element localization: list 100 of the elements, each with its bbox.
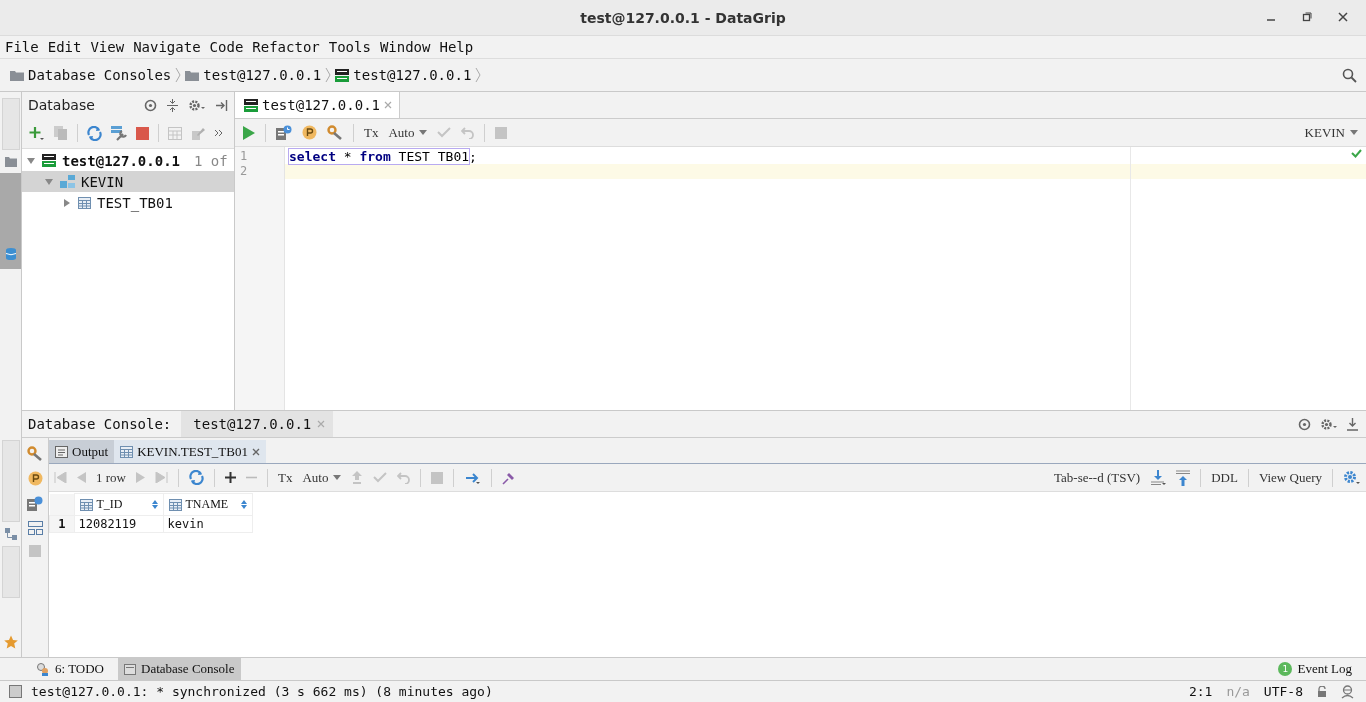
sort-icon[interactable] — [240, 500, 247, 509]
upload-icon[interactable] — [1176, 469, 1191, 486]
settings-icon[interactable] — [188, 98, 206, 112]
column-name: TNAME — [185, 497, 229, 512]
console-tab[interactable]: test@127.0.0.1 — [181, 411, 334, 437]
database-icon — [4, 247, 17, 261]
panel-toggle-icon[interactable] — [9, 685, 22, 698]
table-cell[interactable]: kevin — [163, 515, 252, 533]
target-icon[interactable] — [1298, 417, 1311, 431]
close-icon[interactable] — [1338, 12, 1348, 22]
parameters-icon[interactable] — [27, 471, 43, 486]
export-format-dropdown[interactable]: Tab-se--d (TSV) — [1054, 469, 1141, 486]
tree-item[interactable]: test@127.0.0.1 1 of — [22, 150, 234, 171]
transaction-label: Tx — [277, 469, 293, 486]
toolbar-button[interactable]: DDL — [1211, 469, 1238, 486]
schema-icon — [60, 175, 75, 188]
star-icon[interactable] — [3, 635, 18, 649]
tree-arrow-icon[interactable] — [26, 155, 36, 166]
event-log-button[interactable]: 1 Event Log — [1272, 658, 1358, 680]
result-tab[interactable]: Output — [49, 440, 115, 463]
tree-label: KEVIN — [81, 173, 124, 190]
caret-icon — [333, 475, 342, 480]
menu-item[interactable]: Code — [209, 39, 244, 55]
lock-icon[interactable] — [1317, 686, 1327, 697]
schema-dropdown[interactable]: KEVIN — [1304, 124, 1358, 141]
column-header[interactable]: TNAME — [163, 493, 252, 516]
close-icon[interactable] — [252, 447, 260, 456]
menu-item[interactable]: File — [5, 39, 39, 55]
parameters-icon[interactable] — [302, 125, 317, 140]
column-header[interactable]: T_ID — [74, 493, 163, 516]
row-count[interactable]: 1 row — [96, 469, 126, 486]
menu-item[interactable]: Help — [439, 39, 474, 55]
transaction-label: Tx — [364, 124, 379, 141]
table-icon — [78, 196, 91, 209]
edit-icon[interactable] — [191, 126, 205, 140]
table-icon — [120, 445, 134, 458]
sort-icon[interactable] — [151, 500, 158, 509]
chevron-icon — [475, 67, 482, 83]
folder-icon[interactable] — [4, 156, 17, 167]
encoding[interactable]: UTF-8 — [1263, 684, 1303, 699]
result-tab[interactable]: KEVIN.TEST_TB01 — [114, 440, 266, 463]
menu-item[interactable]: Refactor — [252, 39, 320, 55]
table-cell[interactable]: 12082119 — [74, 515, 163, 533]
window-title: test@127.0.0.1 - DataGrip — [580, 9, 786, 26]
tree-arrow-icon[interactable] — [44, 176, 54, 187]
tool-window-label: 6: TODO — [55, 661, 104, 677]
check-icon — [1351, 149, 1362, 158]
tree-note: 1 of — [194, 152, 228, 169]
cursor-position[interactable]: 2:1 — [1188, 684, 1213, 699]
more-icon[interactable] — [214, 128, 224, 138]
editor-tab[interactable]: test@127.0.0.1 — [235, 92, 400, 118]
search-icon[interactable] — [1342, 67, 1357, 83]
refresh-icon[interactable] — [87, 125, 102, 141]
code-editor[interactable]: 1 2 select * from TEST TB01; — [235, 147, 1366, 410]
collapse-icon[interactable] — [166, 98, 179, 112]
settings-icon[interactable] — [1320, 417, 1338, 431]
caret-icon — [1350, 130, 1358, 135]
tree-item[interactable]: TEST_TB01 — [22, 192, 234, 213]
menu-item[interactable]: Window — [379, 39, 431, 55]
menu-item[interactable]: Tools — [328, 39, 371, 55]
compare-icon[interactable] — [464, 470, 482, 485]
database-icon — [42, 154, 56, 167]
tree-label: TEST_TB01 — [97, 194, 173, 211]
table-icon — [168, 498, 182, 511]
history-icon[interactable] — [27, 496, 43, 511]
tree-label: test@127.0.0.1 — [62, 152, 180, 169]
tool-window-label: Database Console — [141, 661, 235, 677]
folder-icon — [10, 69, 24, 81]
tree-item[interactable]: KEVIN — [22, 171, 234, 192]
menu-item[interactable]: Navigate — [133, 39, 201, 55]
code-punctuation: ; — [469, 149, 477, 164]
settings-icon[interactable] — [1343, 469, 1361, 486]
menu-item[interactable]: View — [90, 39, 125, 55]
layout-icon[interactable] — [27, 521, 43, 535]
inspector-icon[interactable] — [1341, 684, 1354, 699]
notification-badge: 1 — [1278, 662, 1293, 676]
hide-panel-icon[interactable] — [215, 98, 228, 112]
download-icon[interactable] — [1150, 469, 1167, 486]
table-icon — [79, 498, 93, 511]
transaction-mode-dropdown[interactable]: Auto — [302, 469, 342, 486]
menu-item[interactable]: Edit — [47, 39, 82, 55]
tab-label: Output — [72, 443, 109, 460]
tool-window-button[interactable]: Database Console — [118, 658, 241, 680]
add-icon[interactable] — [224, 472, 236, 483]
structure-icon[interactable] — [4, 528, 17, 540]
restore-icon[interactable] — [1302, 12, 1312, 22]
history-icon[interactable] — [276, 125, 292, 140]
copy-icon[interactable] — [54, 126, 68, 140]
refresh-icon[interactable] — [188, 470, 204, 485]
transaction-mode-dropdown[interactable]: Auto — [388, 124, 428, 141]
target-icon[interactable] — [144, 98, 157, 112]
console-icon — [124, 663, 136, 675]
run-icon[interactable] — [243, 125, 255, 140]
tree-arrow-icon[interactable] — [62, 197, 72, 208]
toolbar-button[interactable]: View Query — [1258, 469, 1322, 486]
stop-icon[interactable] — [136, 126, 149, 140]
tool-window-button[interactable]: 6: TODO — [30, 658, 110, 680]
folder-icon — [185, 69, 200, 81]
pin-icon[interactable] — [502, 470, 517, 485]
todo-icon — [36, 662, 50, 676]
